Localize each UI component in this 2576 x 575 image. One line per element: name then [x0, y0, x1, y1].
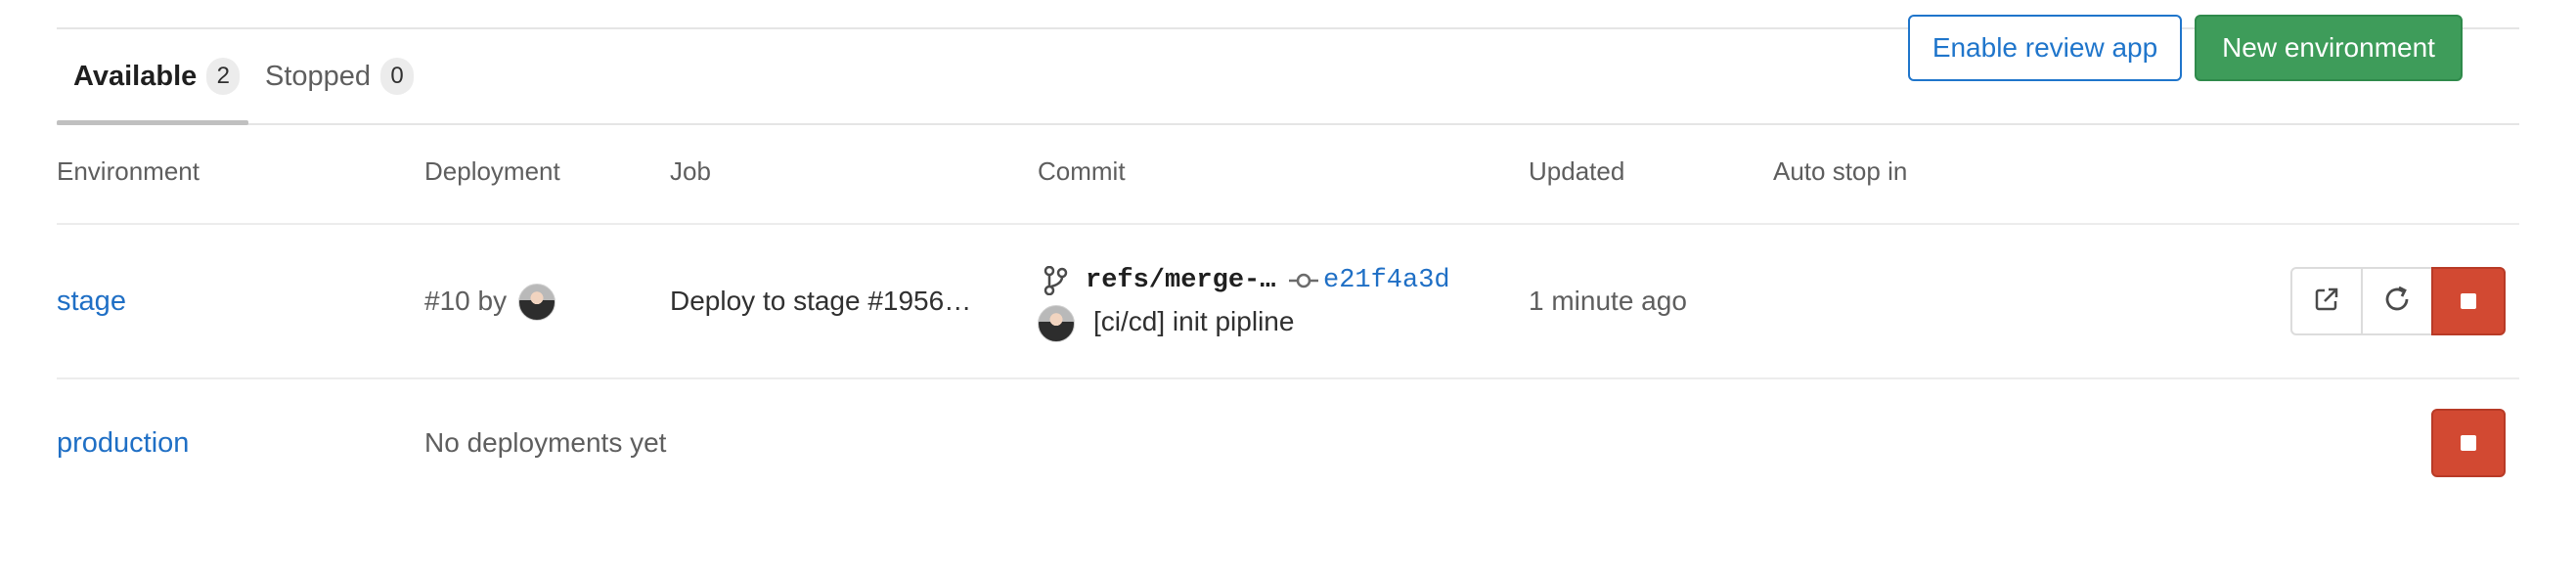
redeploy-button[interactable] [2361, 267, 2433, 335]
retry-icon [2381, 284, 2413, 320]
no-deployments-text: No deployments yet [424, 427, 667, 458]
new-environment-button[interactable]: New environment [2195, 15, 2463, 81]
stop-icon [2461, 293, 2476, 309]
stop-environment-button[interactable] [2431, 267, 2506, 335]
stop-icon [2461, 435, 2476, 451]
environment-link-stage[interactable]: stage [57, 286, 126, 318]
header-commit: Commit [1038, 156, 1126, 186]
commit-sha-link[interactable]: e21f4a3d [1323, 266, 1450, 295]
header-environment: Environment [57, 156, 200, 186]
external-link-icon [2312, 285, 2341, 319]
deployment-number: #10 by [424, 286, 508, 316]
environments-page: Available 2 Stopped 0 Enable review app … [0, 0, 2576, 575]
header-updated: Updated [1529, 156, 1625, 186]
tab-available-label: Available [73, 60, 198, 92]
branch-icon [1043, 265, 1068, 300]
deployer-avatar[interactable] [518, 284, 555, 321]
job-link[interactable]: Deploy to stage #1956… [670, 286, 971, 317]
header-deployment: Deployment [424, 156, 560, 186]
tab-stopped-count: 0 [380, 58, 415, 95]
commit-author-avatar[interactable] [1038, 305, 1075, 342]
header-auto-stop-in: Auto stop in [1773, 156, 1908, 186]
stop-environment-button[interactable] [2431, 409, 2506, 477]
header-job: Job [670, 156, 711, 186]
tab-available[interactable]: Available 2 [57, 29, 248, 125]
row-divider [57, 377, 2519, 379]
stage-actions [2290, 267, 2506, 335]
enable-review-app-button[interactable]: Enable review app [1908, 15, 2182, 81]
updated-time: 1 minute ago [1529, 286, 1687, 316]
tab-stopped-label: Stopped [265, 60, 372, 92]
tab-available-count: 2 [206, 58, 241, 95]
commit-icon [1289, 270, 1318, 296]
commit-ref-link[interactable]: refs/merge-… [1086, 266, 1275, 295]
environment-link-production[interactable]: production [57, 427, 189, 460]
commit-title-link[interactable]: [ci/cd] init pipline [1093, 306, 1294, 337]
open-environment-button[interactable] [2290, 267, 2363, 335]
tab-stopped[interactable]: Stopped 0 [248, 29, 415, 123]
row-divider [57, 223, 2519, 225]
